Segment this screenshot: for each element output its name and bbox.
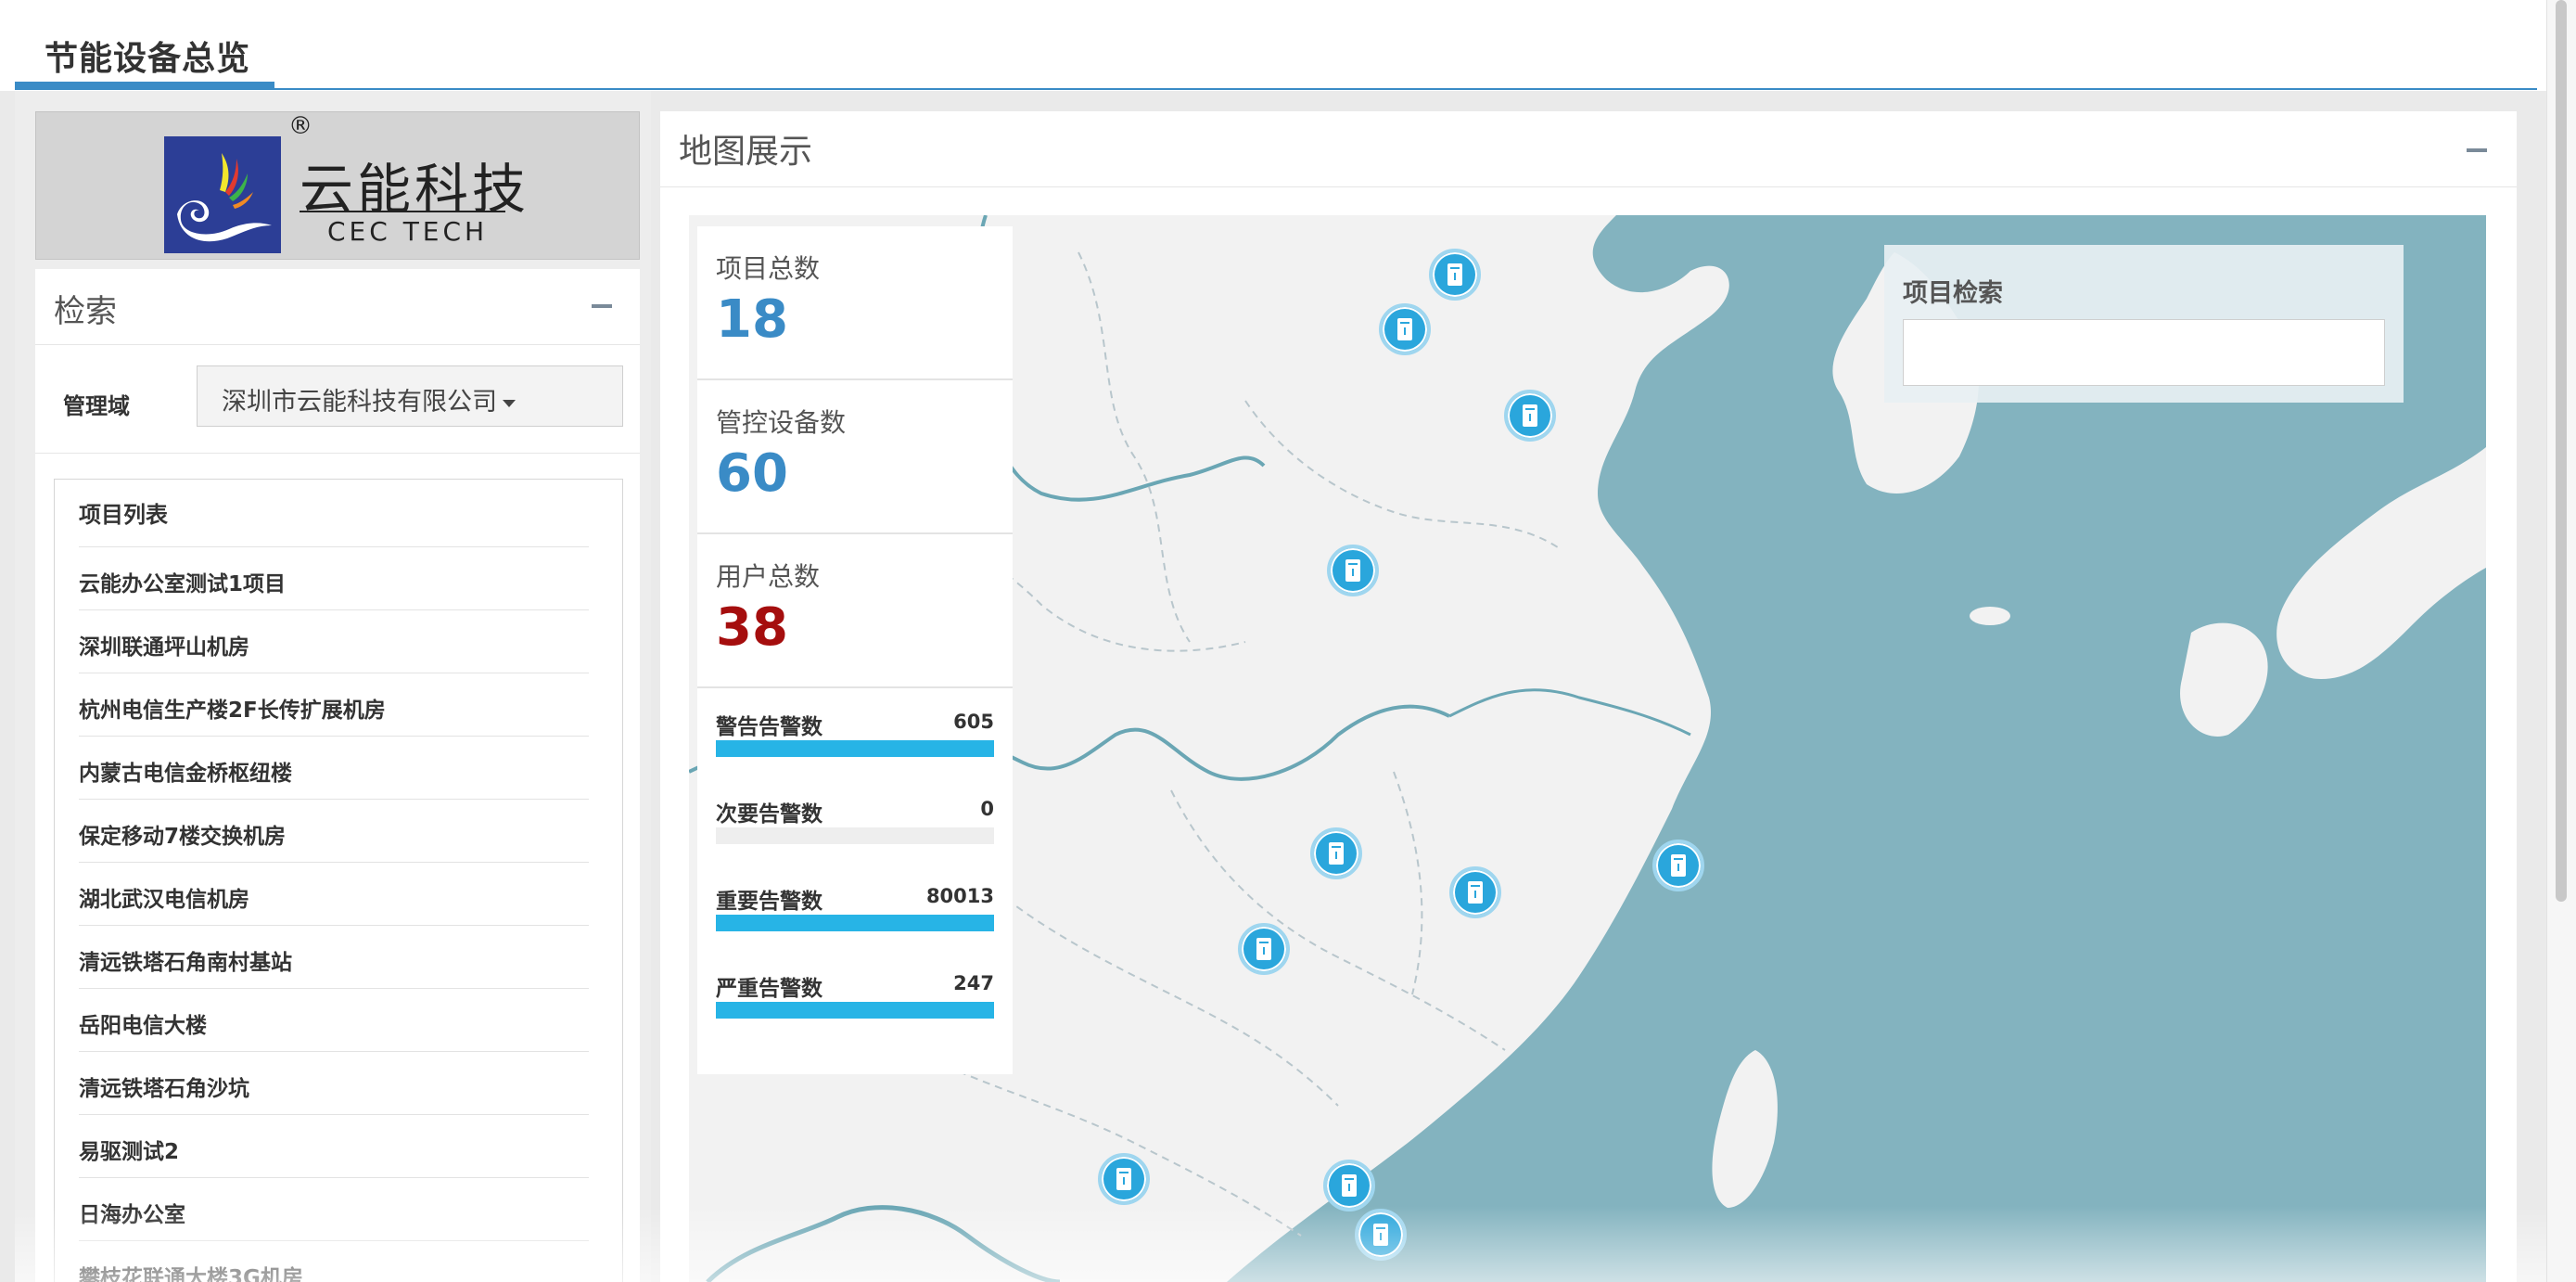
search-panel-title: 检索 [54, 293, 117, 330]
domain-dropdown[interactable]: 深圳市云能科技有限公司 [197, 365, 623, 427]
page-title: 节能设备总览 [45, 40, 251, 78]
project-list-item[interactable]: 攀枝花联通大楼3G机房 [79, 1240, 589, 1282]
project-list-item[interactable]: 易驱测试2 [79, 1114, 589, 1177]
map-marker[interactable] [1379, 303, 1431, 355]
search-panel-header: 检索 [35, 269, 640, 345]
project-search-box: 项目检索 [1884, 245, 2404, 403]
server-marker-icon [1397, 318, 1412, 340]
domain-dropdown-value: 深圳市云能科技有限公司 [222, 388, 497, 417]
alarm-bar-track [716, 1002, 994, 1019]
server-marker-icon [1468, 881, 1483, 904]
user-total-block: 用户总数 38 [697, 534, 1013, 688]
alarm-label: 重要告警数 [716, 890, 823, 914]
map-panel-header: 地图展示 [660, 111, 2517, 187]
title-divider [15, 88, 2537, 90]
project-list-item[interactable]: 清远铁塔石角南村基站 [79, 925, 589, 988]
server-marker-icon [1523, 404, 1537, 427]
project-search-input[interactable] [1903, 319, 2385, 386]
search-panel: 检索 管理域 深圳市云能科技有限公司 项目列表 云能办公室测试1项目 深圳联通坪… [35, 269, 640, 1282]
server-marker-icon [1256, 938, 1271, 960]
server-marker-icon [1329, 842, 1344, 865]
alarm-count: 0 [980, 798, 994, 820]
project-list-item[interactable]: 湖北武汉电信机房 [79, 862, 589, 925]
search-divider [35, 453, 640, 454]
map-marker[interactable] [1098, 1153, 1150, 1205]
stats-card: 项目总数 18 管控设备数 60 用户总数 38 警告告警数 605 次要告警数… [697, 226, 1013, 1074]
map-marker[interactable] [1449, 866, 1501, 918]
project-list-item[interactable]: 云能办公室测试1项目 [79, 546, 589, 609]
map-marker[interactable] [1238, 923, 1290, 975]
logo-emblem-icon [164, 136, 281, 253]
registered-mark: ® [288, 112, 312, 140]
user-total-value: 38 [716, 597, 788, 658]
alarm-bar-track [716, 827, 994, 844]
device-total-label: 管控设备数 [716, 407, 847, 438]
logo-company-name-en: CEC TECH [327, 216, 489, 247]
server-marker-icon [1671, 854, 1686, 877]
alarm-row-minor: 次要告警数 0 [716, 796, 994, 852]
map-marker[interactable] [1504, 390, 1556, 442]
map-marker[interactable] [1323, 1160, 1375, 1211]
project-list: 项目列表 云能办公室测试1项目 深圳联通坪山机房 杭州电信生产楼2F长传扩展机房… [54, 479, 623, 1282]
alarm-row-warning: 警告告警数 605 [716, 709, 994, 764]
alarm-count: 247 [953, 972, 994, 994]
alarm-bar-track [716, 740, 994, 757]
map-marker[interactable] [1310, 827, 1362, 879]
project-total-block: 项目总数 18 [697, 226, 1013, 380]
project-search-label: 项目检索 [1903, 279, 2003, 308]
project-list-item[interactable]: 日海办公室 [79, 1177, 589, 1240]
project-list-item[interactable]: 杭州电信生产楼2F长传扩展机房 [79, 673, 589, 736]
map-marker[interactable] [1355, 1209, 1407, 1261]
alarm-label: 警告告警数 [716, 715, 823, 739]
caret-down-icon [503, 399, 516, 407]
server-marker-icon [1373, 1224, 1388, 1246]
project-total-label: 项目总数 [716, 253, 821, 284]
project-list-header: 项目列表 [79, 502, 168, 528]
scrollbar-thumb[interactable] [2556, 0, 2567, 902]
alarm-row-critical: 严重告警数 247 [716, 970, 994, 1026]
project-list-item[interactable]: 清远铁塔石角沙坑 [79, 1051, 589, 1114]
project-list-item[interactable]: 内蒙古电信金桥枢纽楼 [79, 736, 589, 799]
project-list-item[interactable]: 岳阳电信大楼 [79, 988, 589, 1051]
company-logo: ® 云能科技 CEC TECH [35, 111, 640, 260]
logo-rule [300, 211, 505, 212]
server-marker-icon [1342, 1174, 1357, 1197]
top-bar: 节能设备总览 [0, 0, 2546, 91]
collapse-search-button[interactable] [592, 304, 612, 308]
map-marker[interactable] [1652, 840, 1704, 891]
map-marker[interactable] [1429, 249, 1481, 301]
collapse-map-button[interactable] [2467, 148, 2487, 152]
alarm-label: 严重告警数 [716, 977, 823, 1001]
project-list-item[interactable]: 保定移动7楼交换机房 [79, 799, 589, 862]
alarm-label: 次要告警数 [716, 802, 823, 827]
project-list-item[interactable]: 深圳联通坪山机房 [79, 609, 589, 673]
alarm-row-major: 重要告警数 80013 [716, 883, 994, 939]
device-total-block: 管控设备数 60 [697, 380, 1013, 534]
domain-label: 管理域 [63, 393, 130, 419]
alarm-bar-fill [716, 1002, 994, 1019]
server-marker-icon [1447, 263, 1462, 286]
alarm-bar-fill [716, 915, 994, 931]
server-marker-icon [1116, 1168, 1131, 1190]
alarm-bar-track [716, 915, 994, 931]
map-marker[interactable] [1327, 545, 1379, 596]
user-total-label: 用户总数 [716, 561, 821, 592]
alarm-count: 80013 [925, 885, 994, 907]
server-marker-icon [1345, 559, 1360, 582]
map-panel-title: 地图展示 [679, 133, 813, 171]
device-total-value: 60 [716, 443, 788, 504]
project-list-items: 云能办公室测试1项目 深圳联通坪山机房 杭州电信生产楼2F长传扩展机房 内蒙古电… [79, 546, 589, 1282]
project-total-value: 18 [716, 289, 788, 350]
alarm-bar-fill [716, 740, 994, 757]
alarm-count: 605 [953, 711, 994, 733]
